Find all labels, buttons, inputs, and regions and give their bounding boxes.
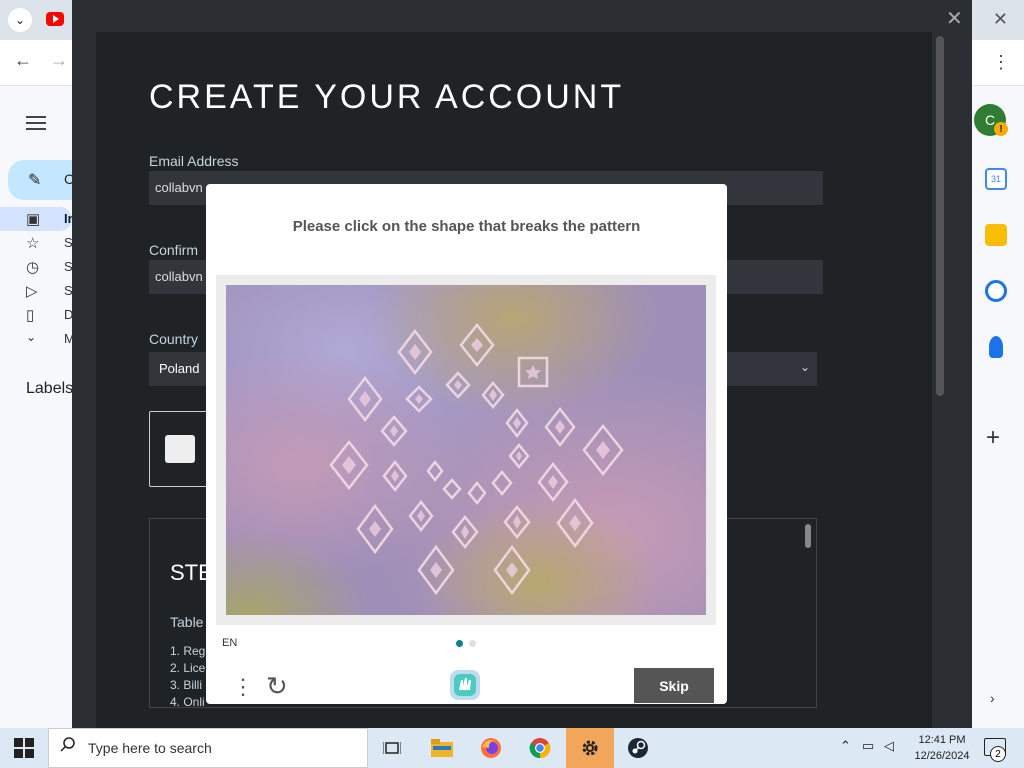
file-explorer-icon[interactable] xyxy=(418,728,466,768)
language-selector[interactable]: EN xyxy=(222,637,237,649)
refresh-icon[interactable]: ↻ xyxy=(266,671,288,702)
chevron-down-icon[interactable]: ⌄ xyxy=(800,360,810,374)
calendar-icon[interactable]: 31 xyxy=(985,168,1007,190)
labels-heading: Labels xyxy=(26,380,74,397)
page-title: CREATE YOUR ACCOUNT xyxy=(149,78,625,116)
windows-start-icon[interactable] xyxy=(14,738,34,758)
search-icon xyxy=(60,737,75,752)
page-indicator-active xyxy=(456,640,463,647)
country-label: Country xyxy=(149,331,199,347)
volume-icon[interactable]: ◁ xyxy=(884,738,894,754)
dialog-scrollbar[interactable] xyxy=(936,36,944,396)
youtube-tab-icon[interactable] xyxy=(46,12,64,26)
agreement-toc-heading: Table xyxy=(170,614,204,630)
chevron-down-icon[interactable]: ⌄ xyxy=(26,330,36,344)
show-hidden-icons[interactable]: ⌃ xyxy=(840,738,851,754)
draft-icon[interactable]: ▯ xyxy=(26,306,34,324)
tab-search-button[interactable]: ⌄ xyxy=(8,8,32,32)
captcha-menu-icon[interactable]: ⋮ xyxy=(232,674,254,700)
add-addon-icon[interactable]: + xyxy=(986,424,1000,452)
expand-panel-icon[interactable]: › xyxy=(990,690,995,706)
chrome-icon[interactable] xyxy=(516,728,564,768)
clock-date: 12/26/2024 xyxy=(914,750,970,762)
captcha-pattern-canvas[interactable] xyxy=(226,285,706,615)
network-icon[interactable]: ▭ xyxy=(862,738,874,754)
send-icon[interactable]: ▷ xyxy=(26,282,38,300)
firefox-icon[interactable] xyxy=(467,728,515,768)
captcha-challenge: Please click on the shape that breaks th… xyxy=(206,184,727,704)
notification-count-badge: 2 xyxy=(990,746,1006,762)
keep-icon[interactable] xyxy=(985,224,1007,246)
star-icon[interactable]: ☆ xyxy=(26,234,39,252)
search-placeholder[interactable]: Type here to search xyxy=(88,740,212,756)
clock-icon[interactable]: ◷ xyxy=(26,258,39,276)
email-label: Email Address xyxy=(149,153,239,169)
page-indicator xyxy=(469,640,476,647)
warning-badge-icon: ! xyxy=(994,122,1008,136)
close-dialog-icon[interactable]: ✕ xyxy=(946,6,963,31)
inbox-icon[interactable]: ▣ xyxy=(26,210,40,228)
contacts-icon[interactable] xyxy=(989,336,1003,358)
pencil-icon: ✎ xyxy=(28,172,42,189)
agreement-toc-item[interactable]: 3. Billi xyxy=(170,678,202,692)
agreement-toc-item[interactable]: 1. Reg xyxy=(170,644,205,658)
taskbar: Type here to search ⌃ ▭ ◁ 12:41 PM 12/26… xyxy=(0,728,1024,768)
system-clock[interactable]: 12:41 PM 12/26/2024 xyxy=(904,732,980,764)
captcha-image[interactable] xyxy=(226,285,706,615)
video-icon xyxy=(165,435,195,463)
captcha-prompt: Please click on the shape that breaks th… xyxy=(292,218,641,235)
browser-menu-button[interactable]: ⋮ xyxy=(992,52,1010,73)
forward-button[interactable]: → xyxy=(50,50,68,71)
skip-button[interactable]: Skip xyxy=(634,668,714,703)
agreement-toc-item[interactable]: 2. Lice xyxy=(170,661,205,675)
steam-icon[interactable] xyxy=(614,728,662,768)
clock-time: 12:41 PM xyxy=(918,734,966,746)
browser-close-button[interactable]: ✕ xyxy=(993,9,1008,30)
hcaptcha-logo-icon xyxy=(448,668,482,702)
tasks-icon[interactable] xyxy=(985,280,1007,302)
agreement-scrollbar[interactable] xyxy=(805,524,811,548)
back-button[interactable]: ← xyxy=(14,50,32,71)
settings-icon[interactable] xyxy=(566,728,614,768)
main-menu-icon[interactable] xyxy=(26,112,46,134)
agreement-toc-item[interactable]: 4. Onli xyxy=(170,695,205,709)
confirm-email-label: Confirm xyxy=(149,242,199,258)
task-view-icon[interactable] xyxy=(368,728,416,768)
